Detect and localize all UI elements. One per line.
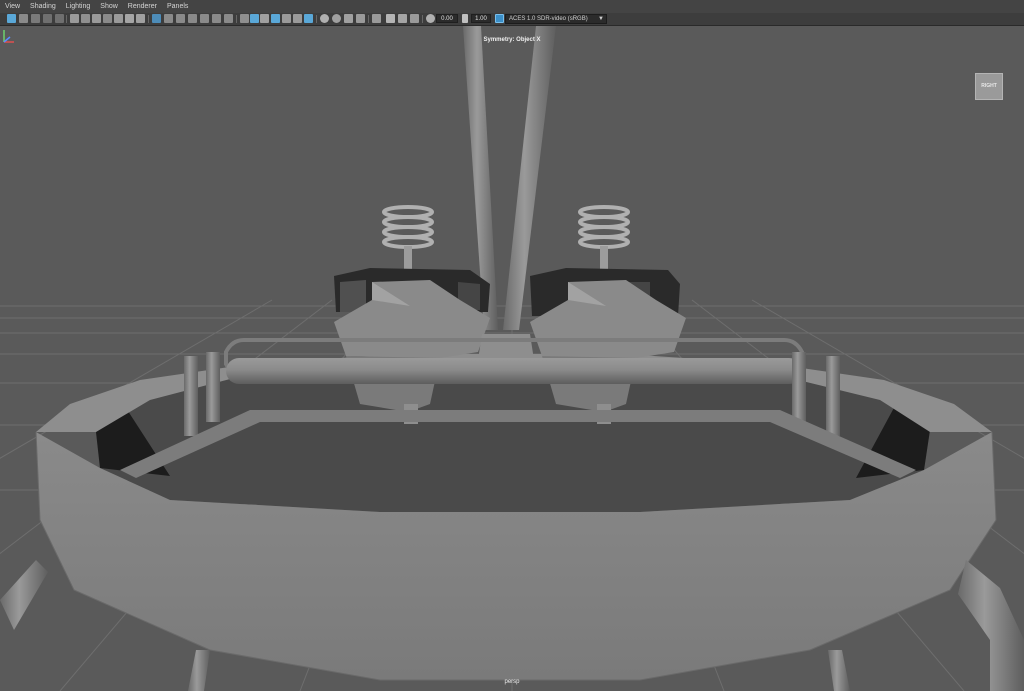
post-right-inner bbox=[792, 352, 806, 422]
light-bulb-icon[interactable] bbox=[332, 14, 341, 23]
hud-icon[interactable] bbox=[344, 14, 353, 23]
menu-show[interactable]: Show bbox=[95, 0, 123, 13]
post-left-inner bbox=[206, 352, 220, 422]
wireframe-on-shaded-icon[interactable] bbox=[188, 14, 197, 23]
toolbar-separator bbox=[422, 15, 423, 23]
safe-action-icon[interactable] bbox=[125, 14, 134, 23]
wireframe-icon[interactable] bbox=[164, 14, 173, 23]
multisample-aa-icon[interactable] bbox=[260, 14, 269, 23]
xray-components-icon[interactable] bbox=[356, 14, 365, 23]
default-material-icon[interactable] bbox=[372, 14, 381, 23]
xray-icon[interactable] bbox=[293, 14, 302, 23]
3d-viewport[interactable]: RIGHT bbox=[0, 26, 1024, 691]
textured-icon[interactable] bbox=[200, 14, 209, 23]
isolate-select-icon[interactable] bbox=[282, 14, 291, 23]
xray-joints-icon[interactable] bbox=[304, 14, 313, 23]
two-d-pan-zoom-icon[interactable] bbox=[55, 14, 64, 23]
maya-viewport-window: View Shading Lighting Show Renderer Pane… bbox=[0, 0, 1024, 691]
view-transform-dropdown[interactable]: ACES 1.0 SDR-video (sRGB) ▼ bbox=[505, 14, 607, 24]
show-layout-icon[interactable] bbox=[386, 14, 395, 23]
motion-blur-icon[interactable] bbox=[250, 14, 259, 23]
toolbar-separator bbox=[236, 15, 237, 23]
toolbar-separator bbox=[66, 15, 67, 23]
camera-attributes-icon[interactable] bbox=[19, 14, 28, 23]
smooth-shade-icon[interactable] bbox=[176, 14, 185, 23]
safe-title-icon[interactable] bbox=[136, 14, 145, 23]
menu-renderer[interactable]: Renderer bbox=[123, 0, 162, 13]
color-management-icon[interactable] bbox=[495, 14, 504, 23]
viewport-menubar: View Shading Lighting Show Renderer Pane… bbox=[0, 0, 1024, 13]
gamma-icon[interactable] bbox=[462, 14, 468, 23]
panel-layout-icon[interactable] bbox=[398, 14, 407, 23]
film-gate-icon[interactable] bbox=[81, 14, 90, 23]
use-all-lights-icon[interactable] bbox=[212, 14, 221, 23]
grid-icon[interactable] bbox=[152, 14, 161, 23]
symmetry-label: Symmetry: Object X bbox=[483, 37, 541, 43]
viewcube[interactable]: RIGHT bbox=[975, 73, 1003, 100]
gamma-field[interactable]: 1.00 bbox=[471, 14, 491, 23]
menu-lighting[interactable]: Lighting bbox=[61, 0, 96, 13]
post-left-outer bbox=[184, 356, 198, 436]
center-bridge bbox=[478, 334, 534, 360]
viewport-scene bbox=[0, 26, 1024, 691]
depth-of-field-icon[interactable] bbox=[271, 14, 280, 23]
gate-mask-icon[interactable] bbox=[103, 14, 112, 23]
shadows-icon[interactable] bbox=[224, 14, 233, 23]
resolution-gate-icon[interactable] bbox=[92, 14, 101, 23]
camera-icon[interactable] bbox=[70, 14, 79, 23]
menu-shading[interactable]: Shading bbox=[25, 0, 61, 13]
axis-gizmo-icon bbox=[3, 30, 14, 43]
toolbar-separator bbox=[316, 15, 317, 23]
menu-panels[interactable]: Panels bbox=[162, 0, 193, 13]
bookmarks-icon[interactable] bbox=[31, 14, 40, 23]
handle-bar bbox=[226, 358, 802, 384]
chevron-down-icon: ▼ bbox=[598, 16, 604, 22]
menu-view[interactable]: View bbox=[0, 0, 25, 13]
sphere-icon[interactable] bbox=[320, 14, 329, 23]
select-camera-icon[interactable] bbox=[7, 14, 16, 23]
post-right-outer bbox=[826, 356, 840, 436]
field-chart-icon[interactable] bbox=[114, 14, 123, 23]
toolbar-separator bbox=[368, 15, 369, 23]
panel-toolbar: 0.00 1.00 ACES 1.0 SDR-video (sRGB) ▼ bbox=[0, 13, 1024, 26]
tear-off-icon[interactable] bbox=[410, 14, 419, 23]
screen-space-ao-icon[interactable] bbox=[240, 14, 249, 23]
exposure-field[interactable]: 0.00 bbox=[436, 14, 458, 23]
toolbar-separator bbox=[148, 15, 149, 23]
camera-label: persp bbox=[504, 679, 520, 685]
image-plane-icon[interactable] bbox=[43, 14, 52, 23]
exposure-icon[interactable] bbox=[426, 14, 435, 23]
view-transform-value: ACES 1.0 SDR-video (sRGB) bbox=[509, 16, 588, 22]
